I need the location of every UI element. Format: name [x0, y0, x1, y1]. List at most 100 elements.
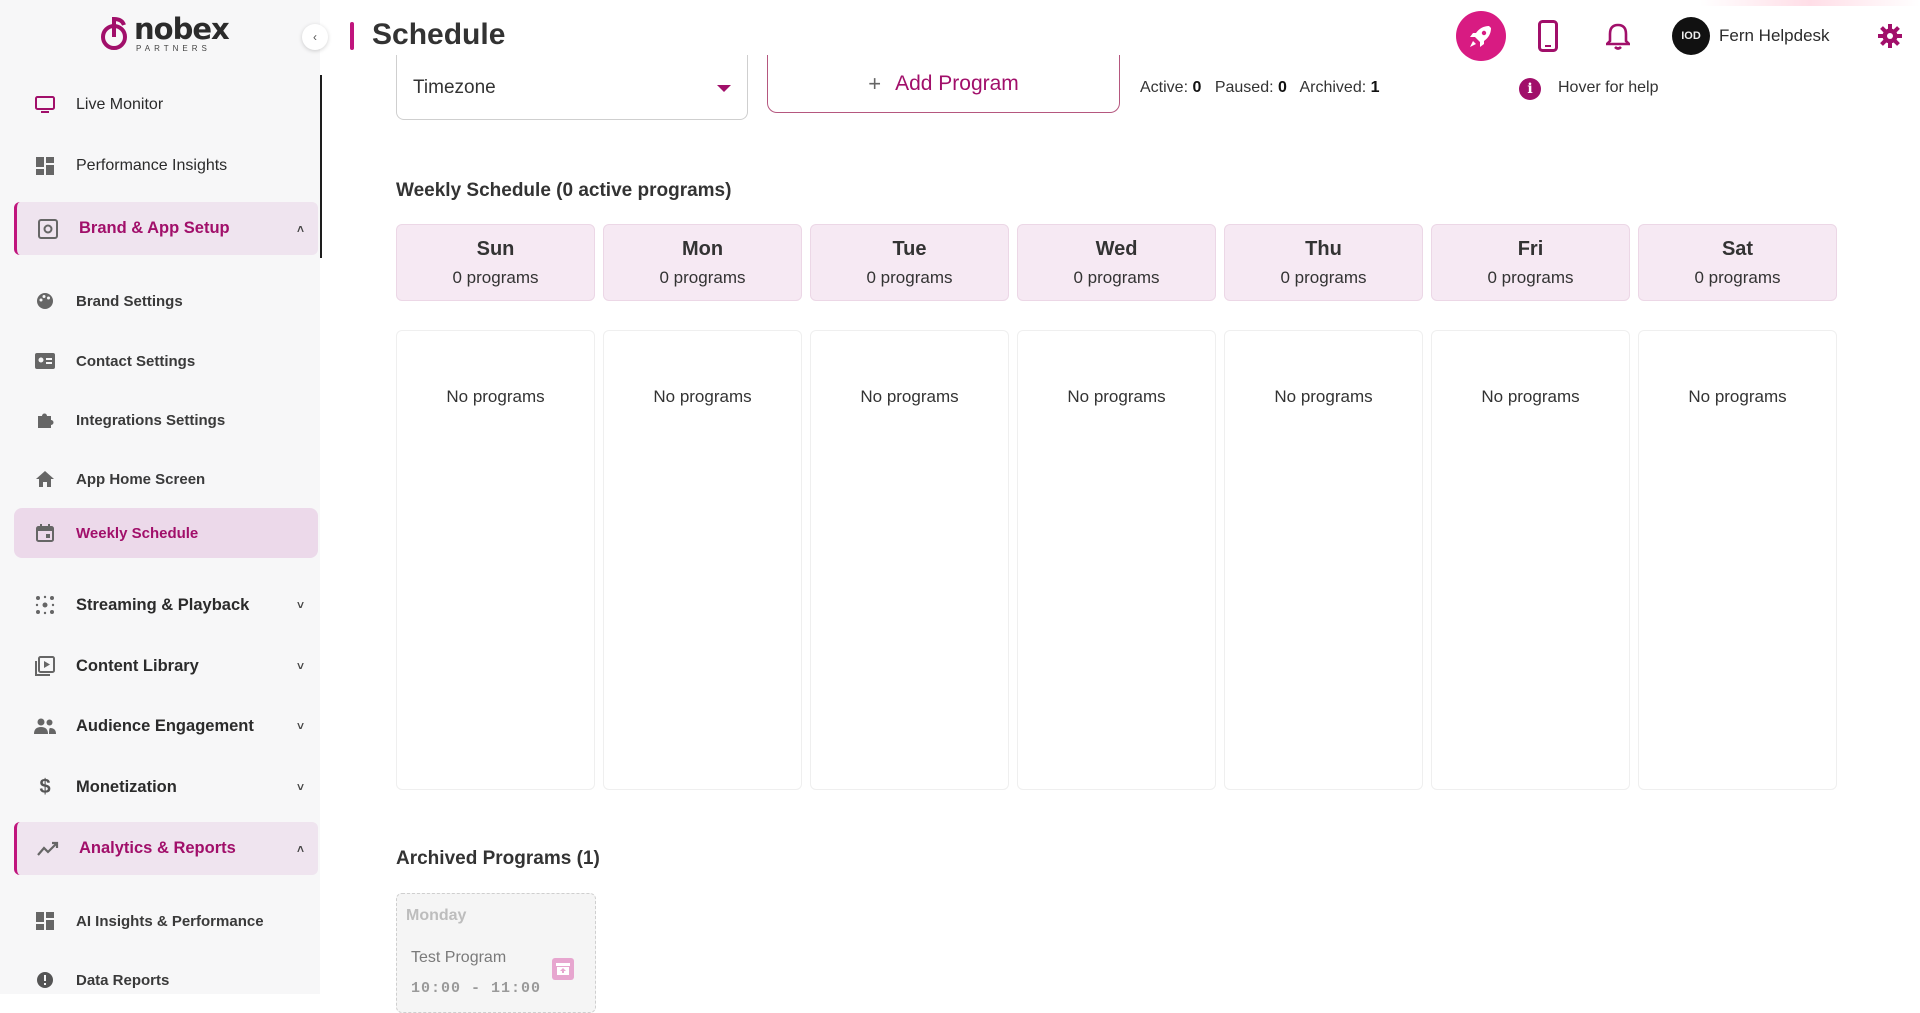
chevron-down-icon: ˅ — [296, 659, 304, 673]
sidebar-group-label: Monetization — [76, 777, 177, 796]
sidebar-item-label: Integrations Settings — [76, 411, 226, 429]
gear-icon — [1878, 24, 1902, 48]
archived-count: 1 — [1370, 79, 1380, 96]
day-program-count: 0 programs — [866, 268, 953, 287]
chevron-down-icon: ˅ — [296, 780, 304, 794]
sidebar-group-analytics-reports[interactable]: Analytics & Reports ˄ — [14, 822, 318, 875]
paused-label: Paused: — [1214, 79, 1274, 96]
mobile-preview-button[interactable] — [1532, 18, 1564, 54]
collapse-sidebar-button[interactable]: ‹ — [302, 24, 328, 50]
day-name: Wed — [1095, 238, 1138, 260]
add-program-label: Add Program — [895, 71, 1019, 95]
plus-icon: + — [868, 70, 882, 96]
day-name: Mon — [681, 238, 724, 260]
dollar-icon: $ — [39, 775, 51, 798]
logo-name: nobex — [134, 12, 230, 46]
day-column-sat[interactable]: No programs — [1638, 330, 1837, 790]
logo-mark-icon — [101, 16, 127, 50]
day-header-mon: Mon 0 programs — [603, 224, 802, 301]
header-glow — [1700, 0, 1920, 6]
people-icon — [34, 715, 56, 737]
palette-icon — [34, 290, 56, 312]
empty-state: No programs — [1067, 387, 1166, 406]
empty-state: No programs — [446, 387, 545, 406]
nobex-logo[interactable]: nobex PARTNERS — [100, 12, 230, 54]
day-column-tue[interactable]: No programs — [810, 330, 1009, 790]
unarchive-icon[interactable] — [552, 958, 574, 980]
chevron-left-icon: ‹ — [313, 30, 317, 44]
day-header-sun: Sun 0 programs — [396, 224, 595, 301]
dropdown-caret-icon — [717, 85, 731, 92]
archived-programs-title: Archived Programs (1) — [396, 848, 600, 869]
day-program-count: 0 programs — [1280, 268, 1367, 287]
day-column-wed[interactable]: No programs — [1017, 330, 1216, 790]
empty-state: No programs — [1481, 387, 1580, 406]
sidebar-item-brand-settings[interactable]: Brand Settings — [14, 276, 318, 326]
paused-count: 0 — [1278, 79, 1287, 96]
sidebar-item-label: App Home Screen — [76, 470, 206, 488]
program-counts: Active: 0 Paused: 0 Archived: 1 — [1140, 79, 1380, 97]
timezone-label: Timezone — [413, 77, 496, 98]
day-header-thu: Thu 0 programs — [1224, 224, 1423, 301]
help-text[interactable]: Hover for help — [1558, 79, 1659, 97]
sidebar-item-integrations-settings[interactable]: Integrations Settings — [14, 395, 318, 445]
chevron-down-icon: ˅ — [296, 719, 304, 733]
day-column-mon[interactable]: No programs — [603, 330, 802, 790]
title-accent-bar — [350, 22, 354, 50]
sidebar-item-data-reports[interactable]: Data Reports — [14, 955, 318, 1005]
sidebar-group-streaming-playback[interactable]: Streaming & Playback ˅ — [14, 580, 318, 630]
streaming-icon — [34, 594, 56, 616]
sidebar-item-contact-settings[interactable]: Contact Settings — [14, 336, 318, 386]
puzzle-icon — [34, 409, 56, 431]
empty-state: No programs — [860, 387, 959, 406]
calendar-icon — [34, 522, 56, 544]
day-column-thu[interactable]: No programs — [1224, 330, 1423, 790]
sidebar-group-label: Audience Engagement — [76, 716, 254, 735]
sidebar-item-label: AI Insights & Performance — [76, 912, 264, 930]
sidebar-item-app-home-screen[interactable]: App Home Screen — [14, 454, 318, 504]
launch-button[interactable] — [1456, 11, 1506, 61]
weekly-schedule-title: Weekly Schedule (0 active programs) — [396, 180, 732, 201]
dashboard-icon — [34, 155, 56, 177]
archived-program-day: Monday — [406, 907, 467, 924]
bell-icon — [1606, 23, 1630, 50]
chevron-down-icon: ˅ — [296, 598, 304, 612]
day-program-count: 0 programs — [1487, 268, 1574, 287]
sidebar-item-live-monitor[interactable]: Live Monitor — [14, 80, 318, 130]
empty-state: No programs — [653, 387, 752, 406]
timezone-select[interactable]: Timezone — [396, 55, 748, 120]
empty-state: No programs — [1274, 387, 1373, 406]
sidebar-group-label: Brand & App Setup — [79, 219, 230, 237]
phone-icon — [1538, 20, 1558, 52]
notifications-button[interactable] — [1602, 18, 1634, 54]
day-name: Sat — [1721, 238, 1754, 260]
sidebar-scrollbar[interactable] — [320, 75, 322, 258]
avatar[interactable]: IOD — [1672, 17, 1710, 55]
active-count: 0 — [1192, 79, 1202, 96]
sidebar-item-label: Live Monitor — [76, 96, 164, 113]
day-header-wed: Wed 0 programs — [1017, 224, 1216, 301]
empty-state: No programs — [1688, 387, 1787, 406]
sidebar-item-performance-insights[interactable]: Performance Insights — [14, 141, 318, 191]
user-name[interactable]: Fern Helpdesk — [1719, 26, 1830, 46]
info-icon[interactable]: i — [1519, 78, 1541, 100]
sidebar-group-monetization[interactable]: $ Monetization ˅ — [14, 762, 318, 812]
sidebar-group-content-library[interactable]: Content Library ˅ — [14, 641, 318, 691]
sidebar-group-brand-app-setup[interactable]: Brand & App Setup ˄ — [14, 202, 318, 255]
sidebar-group-audience-engagement[interactable]: Audience Engagement ˅ — [14, 701, 318, 751]
archived-program-name: Test Program — [411, 949, 507, 966]
day-name: Thu — [1305, 238, 1342, 260]
settings-button[interactable] — [1874, 20, 1906, 52]
archived-program-card[interactable]: Monday Test Program 10:00 - 11:00 — [396, 893, 596, 1013]
contact-card-icon — [34, 350, 56, 372]
rocket-icon — [1470, 26, 1491, 47]
sidebar-item-label: Weekly Schedule — [76, 524, 199, 542]
day-column-sun[interactable]: No programs — [396, 330, 595, 790]
chevron-up-icon: ˄ — [296, 221, 304, 236]
sidebar-item-ai-insights[interactable]: AI Insights & Performance — [14, 896, 318, 946]
sidebar-item-label: Contact Settings — [76, 352, 196, 370]
day-column-fri[interactable]: No programs — [1431, 330, 1630, 790]
sidebar-item-weekly-schedule[interactable]: Weekly Schedule — [14, 508, 318, 558]
day-name: Fri — [1517, 238, 1544, 260]
add-program-button[interactable]: + Add Program — [767, 55, 1120, 113]
